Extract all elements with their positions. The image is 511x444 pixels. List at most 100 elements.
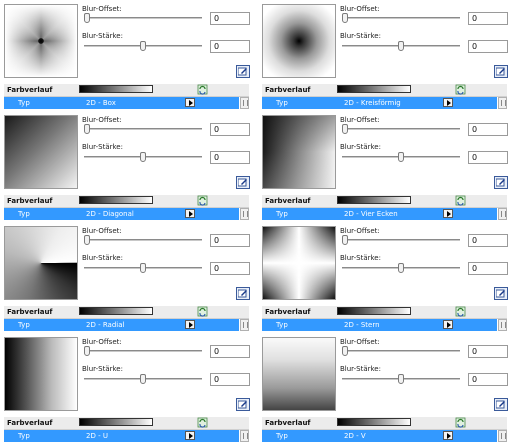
refresh-icon[interactable] <box>197 417 208 428</box>
blur-staerke-slider[interactable] <box>342 152 460 162</box>
blur-staerke-slider[interactable] <box>342 41 460 51</box>
blur-offset-slider[interactable] <box>342 235 460 245</box>
refresh-icon[interactable] <box>455 417 466 428</box>
refresh-icon[interactable] <box>455 306 466 317</box>
blur-staerke-input[interactable]: 0 <box>210 262 250 275</box>
scrollbar-handle[interactable] <box>498 430 507 442</box>
edit-gradient-button[interactable] <box>236 65 250 78</box>
blur-offset-slider[interactable] <box>84 13 202 23</box>
scrollbar-handle[interactable] <box>498 208 507 220</box>
blur-staerke-thumb[interactable] <box>398 263 404 273</box>
blur-staerke-input[interactable]: 0 <box>468 373 508 386</box>
scrollbar-handle[interactable] <box>240 430 249 442</box>
blur-staerke-input[interactable]: 0 <box>210 373 250 386</box>
blur-offset-input[interactable]: 0 <box>210 123 250 136</box>
submenu-arrow-icon[interactable] <box>443 209 453 218</box>
blur-offset-slider[interactable] <box>342 346 460 356</box>
blur-staerke-input[interactable]: 0 <box>468 262 508 275</box>
blur-offset-thumb[interactable] <box>342 346 348 356</box>
farbverlauf-gradient-bar[interactable] <box>337 418 411 426</box>
blur-offset-input[interactable]: 0 <box>468 234 508 247</box>
submenu-arrow-icon[interactable] <box>185 209 195 218</box>
farbverlauf-gradient-bar[interactable] <box>79 85 153 93</box>
farbverlauf-row[interactable]: Farbverlauf <box>4 306 249 319</box>
edit-gradient-button[interactable] <box>494 65 508 78</box>
blur-offset-input[interactable]: 0 <box>468 12 508 25</box>
blur-offset-input[interactable]: 0 <box>210 12 250 25</box>
typ-row[interactable]: Typ 2D - Stern <box>262 319 497 331</box>
blur-offset-thumb[interactable] <box>342 13 348 23</box>
typ-row[interactable]: Typ 2D - Kreisförmig <box>262 97 497 109</box>
blur-offset-thumb[interactable] <box>84 124 90 134</box>
farbverlauf-gradient-bar[interactable] <box>337 307 411 315</box>
blur-offset-input[interactable]: 0 <box>210 345 250 358</box>
edit-gradient-button[interactable] <box>494 287 508 300</box>
refresh-icon[interactable] <box>197 84 208 95</box>
submenu-arrow-icon[interactable] <box>185 98 195 107</box>
blur-staerke-input[interactable]: 0 <box>210 151 250 164</box>
scrollbar-handle[interactable] <box>240 97 249 109</box>
farbverlauf-row[interactable]: Farbverlauf <box>262 195 507 208</box>
blur-offset-slider[interactable] <box>84 346 202 356</box>
edit-gradient-button[interactable] <box>494 398 508 411</box>
typ-row[interactable]: Typ 2D - Box <box>4 97 239 109</box>
farbverlauf-row[interactable]: Farbverlauf <box>4 417 249 430</box>
typ-row[interactable]: Typ 2D - Radial <box>4 319 239 331</box>
farbverlauf-gradient-bar[interactable] <box>79 196 153 204</box>
submenu-arrow-icon[interactable] <box>443 431 453 440</box>
blur-offset-thumb[interactable] <box>84 346 90 356</box>
scrollbar-handle[interactable] <box>498 319 507 331</box>
blur-offset-slider[interactable] <box>342 13 460 23</box>
typ-row[interactable]: Typ 2D - V <box>262 430 497 442</box>
blur-staerke-thumb[interactable] <box>140 152 146 162</box>
blur-offset-input[interactable]: 0 <box>468 123 508 136</box>
blur-staerke-thumb[interactable] <box>140 41 146 51</box>
refresh-icon[interactable] <box>455 84 466 95</box>
blur-staerke-thumb[interactable] <box>140 374 146 384</box>
blur-offset-thumb[interactable] <box>342 235 348 245</box>
blur-staerke-thumb[interactable] <box>398 152 404 162</box>
scrollbar-handle[interactable] <box>498 97 507 109</box>
edit-gradient-button[interactable] <box>236 287 250 300</box>
blur-staerke-slider[interactable] <box>84 263 202 273</box>
scrollbar-handle[interactable] <box>240 319 249 331</box>
farbverlauf-row[interactable]: Farbverlauf <box>262 417 507 430</box>
blur-offset-input[interactable]: 0 <box>468 345 508 358</box>
refresh-icon[interactable] <box>455 195 466 206</box>
blur-staerke-thumb[interactable] <box>398 41 404 51</box>
submenu-arrow-icon[interactable] <box>443 320 453 329</box>
farbverlauf-gradient-bar[interactable] <box>337 85 411 93</box>
blur-staerke-input[interactable]: 0 <box>468 151 508 164</box>
blur-staerke-slider[interactable] <box>84 41 202 51</box>
blur-staerke-thumb[interactable] <box>398 374 404 384</box>
typ-row[interactable]: Typ 2D - U <box>4 430 239 442</box>
blur-offset-thumb[interactable] <box>84 13 90 23</box>
blur-staerke-slider[interactable] <box>342 263 460 273</box>
blur-staerke-slider[interactable] <box>84 152 202 162</box>
blur-staerke-thumb[interactable] <box>140 263 146 273</box>
farbverlauf-gradient-bar[interactable] <box>79 307 153 315</box>
typ-row[interactable]: Typ 2D - Vier Ecken <box>262 208 497 220</box>
blur-offset-thumb[interactable] <box>342 124 348 134</box>
refresh-icon[interactable] <box>197 195 208 206</box>
farbverlauf-row[interactable]: Farbverlauf <box>4 195 249 208</box>
blur-offset-slider[interactable] <box>342 124 460 134</box>
blur-staerke-slider[interactable] <box>84 374 202 384</box>
edit-gradient-button[interactable] <box>236 398 250 411</box>
submenu-arrow-icon[interactable] <box>185 431 195 440</box>
farbverlauf-gradient-bar[interactable] <box>337 196 411 204</box>
farbverlauf-row[interactable]: Farbverlauf <box>262 84 507 97</box>
blur-offset-slider[interactable] <box>84 235 202 245</box>
scrollbar-handle[interactable] <box>240 208 249 220</box>
typ-row[interactable]: Typ 2D - Diagonal <box>4 208 239 220</box>
edit-gradient-button[interactable] <box>494 176 508 189</box>
refresh-icon[interactable] <box>197 306 208 317</box>
blur-staerke-input[interactable]: 0 <box>468 40 508 53</box>
blur-staerke-input[interactable]: 0 <box>210 40 250 53</box>
edit-gradient-button[interactable] <box>236 176 250 189</box>
blur-offset-thumb[interactable] <box>84 235 90 245</box>
submenu-arrow-icon[interactable] <box>443 98 453 107</box>
blur-offset-slider[interactable] <box>84 124 202 134</box>
blur-offset-input[interactable]: 0 <box>210 234 250 247</box>
submenu-arrow-icon[interactable] <box>185 320 195 329</box>
